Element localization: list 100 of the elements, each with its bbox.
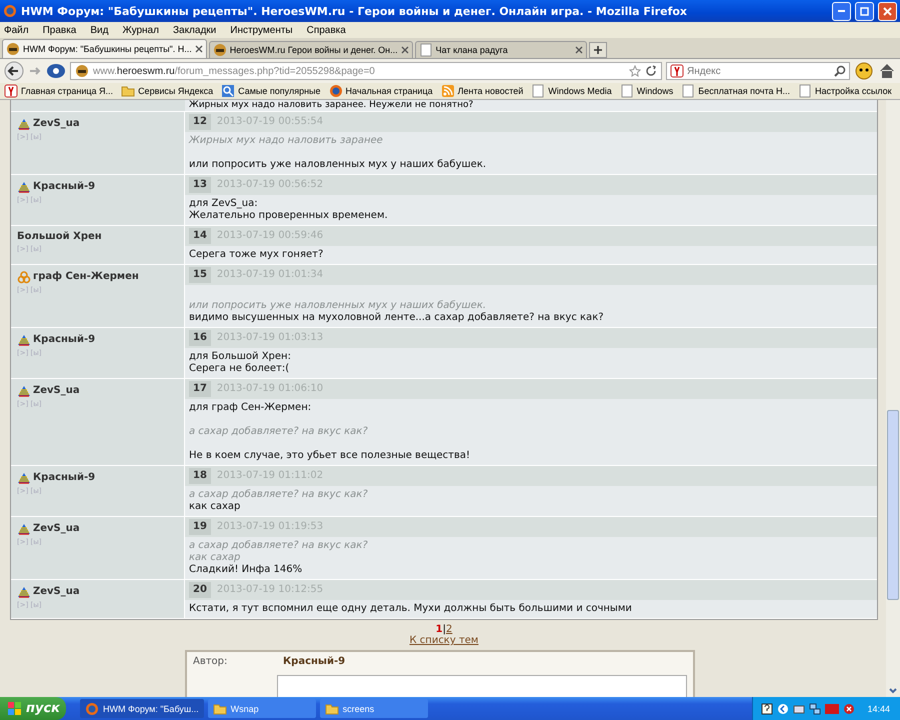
menu-item[interactable]: Файл (4, 24, 29, 36)
maximize-icon (860, 6, 869, 16)
bookmark[interactable]: Лента новостей (440, 84, 524, 98)
search-icon[interactable] (834, 65, 846, 77)
author-name[interactable]: ZevS_ua (33, 586, 80, 598)
post-number: 20 (189, 582, 211, 598)
back-icon[interactable] (4, 61, 24, 81)
post-number: 18 (189, 468, 211, 484)
message-text: для ZevS_ua: (189, 198, 259, 210)
message-text: для Большой Хрен: (189, 351, 292, 363)
author-name[interactable]: Красный-9 (33, 181, 96, 193)
message-text: или попросить уже наловленных мух у наших бабушек. (189, 159, 488, 171)
yandex-icon (670, 64, 684, 78)
home-icon[interactable] (878, 62, 896, 80)
smiley-icon[interactable] (854, 61, 874, 81)
monitor-icon[interactable] (793, 702, 806, 714)
maximize-button[interactable] (855, 2, 874, 20)
quote-text: как сахар (189, 552, 242, 564)
close-icon[interactable] (400, 46, 409, 54)
menu-item[interactable]: Инструменты (230, 24, 293, 36)
minimize-button[interactable] (832, 2, 851, 20)
author-name[interactable]: ZevS_ua (33, 385, 80, 397)
network-icon[interactable] (809, 702, 822, 714)
message-text: Не в коем случае, это убьет все полезные вещества! (189, 450, 472, 462)
message-text: Сладкий! Инфа 146% (189, 564, 304, 576)
message-text: Серега не болеет:( (189, 363, 290, 375)
bookmark[interactable]: Сервисы Яндекса (121, 84, 214, 98)
post-number: 16 (189, 330, 211, 346)
message-text: Серега тоже мух гоняет? (189, 249, 324, 261)
bookmark[interactable]: Настройка ссылок (798, 84, 892, 98)
message-text: Жирных мух надо наловить заранее. Неужели не понятно? (185, 100, 877, 111)
feed-icon (440, 84, 455, 98)
page-icon (798, 84, 812, 98)
browser-tab[interactable]: Чат клана радуга (414, 41, 587, 58)
page-link[interactable]: 1 (436, 624, 443, 635)
taskbar-button[interactable]: screens (320, 699, 428, 718)
quote-text: или попросить уже наловленных мух у наших бабушек. (189, 300, 488, 312)
scroll-thumb[interactable] (887, 410, 899, 600)
bookmark[interactable]: Начальная страница (328, 84, 433, 98)
reload-icon[interactable] (645, 65, 657, 77)
chevron-icon[interactable] (777, 702, 790, 714)
search-field[interactable]: Яндекс (666, 62, 850, 80)
message-text: видимо высушенных на мухоловной ленте...а сахар добавляете? на вкус как? (189, 312, 605, 324)
author-name[interactable]: Красный-9 (33, 334, 96, 346)
menu-item[interactable]: Справка (306, 24, 346, 36)
page-separator: | (442, 624, 446, 635)
browser-tab[interactable]: HeroesWM.ru Герои войны и денег. Он... (208, 41, 413, 58)
bookmark[interactable]: Главная страница Я... (4, 84, 114, 98)
start-button[interactable]: пуск (0, 697, 66, 720)
clock: 14:44 (867, 704, 890, 714)
firefox-icon (85, 702, 99, 716)
post-number: 14 (189, 228, 211, 244)
scrollbar[interactable] (886, 100, 900, 697)
author-name[interactable]: граф Сен-Жермен (33, 271, 139, 283)
shield-icon[interactable] (843, 702, 856, 714)
taskbar-button[interactable]: HWM Форум: "Бабуш... (80, 699, 204, 718)
field-label: Автор: (193, 656, 228, 667)
close-button[interactable] (878, 2, 897, 20)
menu-item[interactable]: Правка (42, 24, 76, 36)
close-icon[interactable] (574, 46, 583, 54)
browser-tab[interactable]: HWM Форум: "Бабушкины рецепты". Н... (2, 39, 207, 58)
bookmark[interactable]: Бесплатная почта Н... (681, 84, 790, 98)
menu-item[interactable]: Закладки (172, 24, 216, 36)
page-icon (531, 84, 546, 98)
post-number: 17 (189, 381, 211, 397)
message-text: для граф Сен-Жермен: (189, 402, 312, 414)
menu-item[interactable]: Вид (90, 24, 108, 36)
author-value: Красный-9 (283, 656, 346, 667)
post-number: 15 (189, 267, 211, 283)
folder-icon (324, 702, 339, 716)
firefox-icon (328, 84, 343, 98)
quote-text: Жирных мух надо наловить заранее (189, 135, 384, 147)
message-text: Желательно проверенных временем. (189, 210, 389, 222)
bookmark[interactable]: Самые популярные (221, 84, 321, 98)
help-icon[interactable] (761, 702, 774, 714)
page-link[interactable]: 2 (446, 624, 452, 635)
message-text: как сахар (189, 501, 242, 513)
author-name[interactable]: ZevS_ua (33, 118, 80, 130)
firefox-icon (3, 4, 17, 18)
page-icon (620, 84, 634, 98)
author-name[interactable]: ZevS_ua (33, 523, 80, 535)
close-icon[interactable] (194, 45, 203, 53)
guild-emblem-icon (17, 270, 31, 284)
quote-text: а сахар добавляете? на вкус как? (189, 540, 369, 552)
bookmark[interactable]: Windows Media (531, 84, 612, 98)
star-icon[interactable] (629, 65, 641, 77)
topic-list-link[interactable]: К списку тем (410, 635, 478, 646)
bookmark[interactable]: Windows (620, 84, 674, 98)
author-name[interactable]: Большой Хрен (17, 231, 102, 243)
window-title: HWM Форум: "Бабушкины рецепты". HeroesWM.ru - Герои войны и денег. Онлайн игра. - Mozilla Firefox (21, 4, 688, 18)
post-number: 12 (189, 114, 211, 130)
windows-logo-icon (8, 702, 22, 716)
menu-item[interactable]: Журнал (122, 24, 159, 36)
address-bar[interactable]: www.heroeswm.ru/forum_messages.php?tid=2055298&page=0 (70, 62, 662, 80)
yandex-icon (4, 84, 18, 98)
new-tab-button[interactable] (588, 42, 607, 58)
minimize-icon (838, 10, 845, 12)
post-number: 19 (189, 519, 211, 535)
taskbar-button[interactable]: Wsnap (208, 699, 316, 718)
author-name[interactable]: Красный-9 (33, 472, 96, 484)
